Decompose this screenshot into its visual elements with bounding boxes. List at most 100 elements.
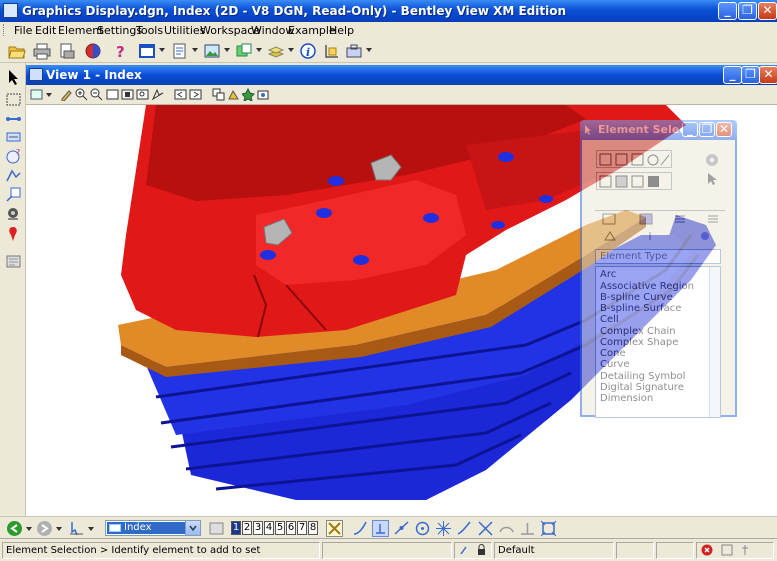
view-1-button[interactable]: 1 — [231, 521, 241, 535]
list-item[interactable]: Complex Shape — [600, 337, 678, 348]
view-5-button[interactable]: 5 — [275, 521, 285, 535]
list-item[interactable]: B-spline Surface — [600, 303, 681, 314]
chevron-down-icon[interactable] — [224, 48, 230, 52]
list-item[interactable]: Digital Signature — [600, 382, 684, 393]
camera-view-button[interactable] — [257, 88, 270, 101]
raster-button[interactable] — [203, 42, 221, 60]
annotate-button[interactable] — [5, 167, 22, 184]
snap-tangent-button[interactable] — [498, 520, 515, 537]
selection-method-toolbar[interactable] — [596, 172, 672, 190]
chevron-down-icon[interactable] — [46, 93, 52, 97]
view-8-button[interactable]: 8 — [308, 521, 318, 535]
view-7-button[interactable]: 7 — [297, 521, 307, 535]
copy-view-button[interactable] — [212, 88, 225, 101]
list-item[interactable]: Complex Chain — [600, 326, 676, 337]
view-2-button[interactable]: 2 — [242, 521, 252, 535]
view-6-button[interactable]: 6 — [286, 521, 296, 535]
element-selection-button[interactable] — [5, 69, 22, 86]
clip-volume-button[interactable] — [241, 87, 255, 102]
list-item[interactable]: Dimension — [600, 393, 653, 404]
view-previous-button[interactable] — [174, 88, 187, 101]
menu-file[interactable]: File — [14, 24, 32, 37]
snap-intersection-button[interactable] — [477, 520, 494, 537]
back-button[interactable] — [6, 520, 23, 537]
open-file-button[interactable] — [8, 42, 26, 60]
dialog-close-button[interactable]: ✕ — [716, 122, 732, 137]
levels-button[interactable] — [267, 42, 285, 60]
references-button[interactable] — [171, 42, 189, 60]
snap-center-button[interactable] — [414, 520, 431, 537]
snap-keypoint-button[interactable] — [372, 520, 389, 537]
list-item[interactable]: Curve — [600, 359, 630, 370]
snap-bisector-button[interactable] — [456, 520, 473, 537]
level-select[interactable]: Index — [105, 520, 201, 536]
level-dropdown-button[interactable] — [185, 521, 200, 535]
print-preview-button[interactable] — [58, 42, 76, 60]
fit-view-button[interactable] — [121, 88, 134, 101]
attribute-tabs-bottom[interactable] — [595, 228, 725, 244]
measure-button[interactable] — [323, 42, 341, 60]
print-button[interactable] — [33, 42, 51, 60]
status-icons[interactable] — [696, 542, 774, 559]
close-button[interactable]: ✕ — [758, 2, 777, 20]
snap-origin-button[interactable] — [435, 520, 452, 537]
pointer-select-button[interactable] — [704, 172, 720, 188]
view-attributes-button[interactable] — [30, 88, 43, 101]
chevron-down-icon[interactable] — [256, 48, 262, 52]
chevron-down-icon[interactable] — [159, 48, 165, 52]
view-restore-button[interactable]: ❐ — [741, 66, 760, 84]
list-scrollbar[interactable] — [709, 267, 720, 417]
element-selection-dialog[interactable]: Element Select... _ ❐ ✕ Element Type Arc — [580, 120, 737, 418]
view-minimize-button[interactable]: _ — [723, 66, 742, 84]
markup-button[interactable] — [5, 186, 22, 203]
restore-button[interactable]: ❐ — [738, 2, 757, 20]
selection-settings-button[interactable] — [704, 152, 720, 168]
redline-button[interactable] — [5, 226, 22, 243]
display-style-button[interactable] — [227, 88, 240, 101]
visibility-button[interactable] — [5, 205, 22, 222]
list-item[interactable]: Detailing Symbol — [600, 371, 685, 382]
view-3-button[interactable]: 3 — [253, 521, 263, 535]
pan-view-button[interactable] — [151, 88, 164, 101]
status-snap-lock[interactable] — [454, 542, 492, 559]
snap-mode-button[interactable] — [540, 520, 557, 537]
view-close-button[interactable]: ✕ — [759, 66, 777, 84]
snap-midpoint-button[interactable] — [393, 520, 410, 537]
zoom-out-button[interactable] — [90, 88, 103, 101]
menu-edit[interactable]: Edit — [35, 24, 56, 37]
list-item[interactable]: B-spline Curve — [600, 292, 673, 303]
element-type-list[interactable]: Arc Associative Region B-spline Curve B-… — [595, 266, 721, 418]
info-button[interactable]: i — [299, 42, 317, 60]
measure-area-button[interactable] — [5, 129, 22, 146]
list-item[interactable]: Cone — [600, 348, 626, 359]
chevron-down-icon[interactable] — [88, 527, 94, 531]
selection-mode-toolbar[interactable] — [596, 150, 672, 168]
measure-distance-button[interactable] — [5, 111, 22, 128]
active-tool-button[interactable] — [68, 520, 85, 537]
list-item[interactable]: Associative Region — [600, 281, 694, 292]
view-window-button[interactable] — [138, 42, 156, 60]
rotate-view-button[interactable] — [136, 88, 149, 101]
dialog-restore-button[interactable]: ❐ — [699, 122, 715, 137]
render-button[interactable] — [84, 42, 102, 60]
chevron-down-icon[interactable] — [192, 48, 198, 52]
list-item[interactable]: Cell — [600, 314, 619, 325]
tentative-snap-button[interactable] — [326, 520, 343, 537]
forward-button[interactable] — [36, 520, 53, 537]
window-area-button[interactable] — [106, 88, 119, 101]
snap-nearest-button[interactable] — [352, 520, 369, 537]
chevron-down-icon[interactable] — [366, 48, 372, 52]
minimize-button[interactable]: _ — [718, 2, 737, 20]
chevron-down-icon[interactable] — [288, 48, 294, 52]
analyze-button[interactable]: ? — [5, 148, 22, 165]
list-item[interactable]: Arc — [600, 269, 616, 280]
dialog-minimize-button[interactable]: _ — [682, 122, 698, 137]
menu-help[interactable]: Help — [329, 24, 354, 37]
project-explorer-button[interactable] — [5, 253, 22, 270]
menu-tools[interactable]: Tools — [136, 24, 163, 37]
snap-perpendicular-button[interactable] — [519, 520, 536, 537]
level-manager-button[interactable] — [208, 520, 225, 537]
element-type-header[interactable]: Element Type — [595, 249, 721, 264]
toolbox-button[interactable] — [345, 42, 363, 60]
chevron-down-icon[interactable] — [56, 527, 62, 531]
